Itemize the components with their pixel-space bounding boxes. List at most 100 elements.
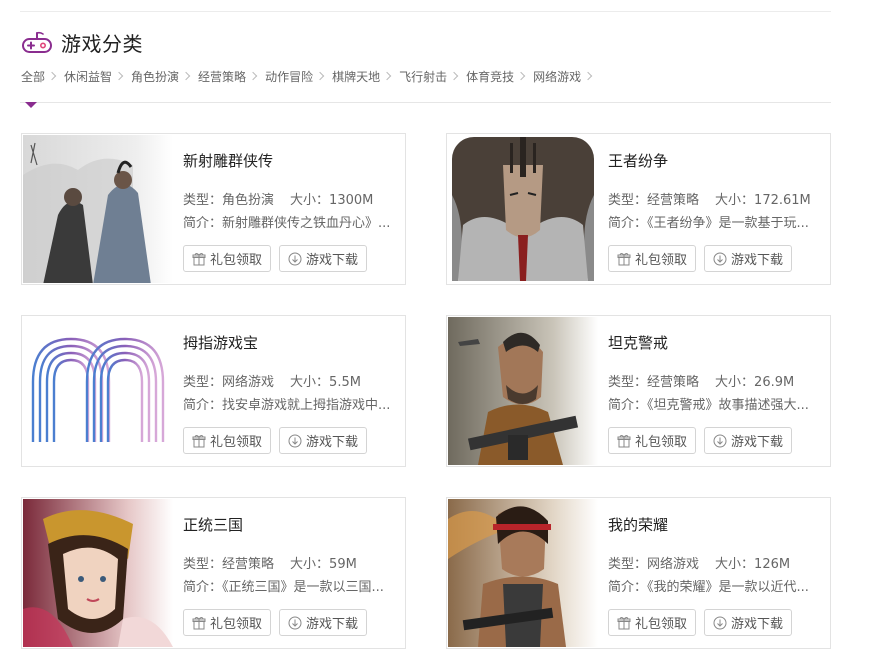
category-label: 体育竞技 xyxy=(466,70,515,84)
category-casual[interactable]: 休闲益智 xyxy=(64,68,131,85)
size-label: 大小： xyxy=(715,557,755,572)
game-meta: 类型：经营策略 大小：172.61M xyxy=(608,189,811,208)
category-strategy[interactable]: 经营策略 xyxy=(198,68,265,85)
game-card[interactable]: 王者纷争 类型：经营策略 大小：172.61M 简介：《王者纷争》是一款基于玩..… xyxy=(446,133,831,285)
section-header: 游戏分类 xyxy=(21,28,143,57)
desc-text: 《坦克警戒》故事描述强大... xyxy=(647,398,809,413)
download-button[interactable]: 游戏下载 xyxy=(279,609,368,636)
category-divider xyxy=(20,102,831,103)
game-title[interactable]: 新射雕群侠传 xyxy=(183,150,273,171)
type-label: 类型： xyxy=(608,375,648,390)
game-card[interactable]: 正统三国 类型：经营策略 大小：59M 简介：《正统三国》是一款以三国... 礼包… xyxy=(21,497,406,649)
category-action[interactable]: 动作冒险 xyxy=(265,68,332,85)
gift-icon xyxy=(617,252,631,265)
game-card[interactable]: 拇指游戏宝 类型：网络游戏 大小：5.5M 简介：找安卓游戏就上拇指游戏中... … xyxy=(21,315,406,467)
desc-label: 简介： xyxy=(183,216,223,231)
gift-button-label: 礼包领取 xyxy=(210,435,263,450)
category-sports[interactable]: 体育竞技 xyxy=(466,68,533,85)
game-title[interactable]: 我的荣耀 xyxy=(608,514,668,535)
desc-text: 《王者纷争》是一款基于玩... xyxy=(647,216,809,231)
gift-button-label: 礼包领取 xyxy=(210,617,263,632)
game-title[interactable]: 王者纷争 xyxy=(608,150,668,171)
game-thumbnail[interactable] xyxy=(448,499,598,647)
game-description: 简介：《坦克警戒》故事描述强大... xyxy=(608,394,830,413)
download-button-label: 游戏下载 xyxy=(306,253,359,268)
desc-text: 找安卓游戏就上拇指游戏中... xyxy=(222,398,391,413)
gift-icon xyxy=(617,616,631,629)
game-meta: 类型：网络游戏 大小：126M xyxy=(608,553,790,572)
download-icon xyxy=(713,252,727,265)
game-card[interactable]: 新射雕群侠传 类型：角色扮演 大小：1300M 简介：新射雕群侠传之铁血丹心》..… xyxy=(21,133,406,285)
type-label: 类型： xyxy=(183,375,223,390)
category-label: 网络游戏 xyxy=(533,70,582,84)
category-shooting[interactable]: 飞行射击 xyxy=(399,68,466,85)
download-button[interactable]: 游戏下载 xyxy=(704,245,793,272)
chevron-right-icon xyxy=(516,71,526,80)
category-label: 棋牌天地 xyxy=(332,70,381,84)
download-button-label: 游戏下载 xyxy=(731,617,784,632)
game-thumbnail[interactable] xyxy=(448,317,598,465)
game-size: 5.5M xyxy=(329,375,361,390)
game-type: 经营策略 xyxy=(647,193,700,208)
game-type: 经营策略 xyxy=(647,375,700,390)
game-title[interactable]: 正统三国 xyxy=(183,514,243,535)
game-description: 简介：新射雕群侠传之铁血丹心》... xyxy=(183,212,405,231)
chevron-right-icon xyxy=(47,71,57,80)
gift-icon xyxy=(192,252,206,265)
download-button[interactable]: 游戏下载 xyxy=(704,609,793,636)
game-thumbnail[interactable] xyxy=(23,499,173,647)
game-description: 简介：《我的荣耀》是一款以近代... xyxy=(608,576,830,595)
desc-label: 简介： xyxy=(608,398,648,413)
gift-icon xyxy=(192,616,206,629)
desc-text: 新射雕群侠传之铁血丹心》... xyxy=(222,216,391,231)
category-label: 飞行射击 xyxy=(399,70,448,84)
gift-button[interactable]: 礼包领取 xyxy=(183,609,272,636)
desc-label: 简介： xyxy=(608,580,648,595)
game-meta: 类型：经营策略 大小：59M xyxy=(183,553,357,572)
download-button-label: 游戏下载 xyxy=(306,435,359,450)
page-title: 游戏分类 xyxy=(61,32,143,56)
game-title[interactable]: 拇指游戏宝 xyxy=(183,332,258,353)
game-description: 简介：《王者纷争》是一款基于玩... xyxy=(608,212,830,231)
download-icon xyxy=(288,252,302,265)
gift-button[interactable]: 礼包领取 xyxy=(608,245,697,272)
game-type: 经营策略 xyxy=(222,557,275,572)
desc-text: 《正统三国》是一款以三国... xyxy=(222,580,384,595)
download-button[interactable]: 游戏下载 xyxy=(279,427,368,454)
desc-label: 简介： xyxy=(608,216,648,231)
game-description: 简介：《正统三国》是一款以三国... xyxy=(183,576,405,595)
category-online[interactable]: 网络游戏 xyxy=(533,68,600,85)
game-meta: 类型：经营策略 大小：26.9M xyxy=(608,371,794,390)
size-label: 大小： xyxy=(290,557,330,572)
game-title[interactable]: 坦克警戒 xyxy=(608,332,668,353)
game-size: 1300M xyxy=(329,193,374,208)
gift-button[interactable]: 礼包领取 xyxy=(608,609,697,636)
gift-button-label: 礼包领取 xyxy=(635,435,688,450)
gamepad-icon xyxy=(22,31,52,53)
game-card[interactable]: 我的荣耀 类型：网络游戏 大小：126M 简介：《我的荣耀》是一款以近代... 礼… xyxy=(446,497,831,649)
category-label: 休闲益智 xyxy=(64,70,113,84)
game-thumbnail[interactable] xyxy=(23,135,173,283)
gift-button[interactable]: 礼包领取 xyxy=(608,427,697,454)
game-thumbnail[interactable] xyxy=(448,135,598,283)
gift-button[interactable]: 礼包领取 xyxy=(183,245,272,272)
game-type: 网络游戏 xyxy=(222,375,275,390)
category-all[interactable]: 全部 xyxy=(21,68,64,85)
download-icon xyxy=(713,434,727,447)
category-label: 全部 xyxy=(21,70,46,84)
game-card[interactable]: 坦克警戒 类型：经营策略 大小：26.9M 简介：《坦克警戒》故事描述强大... … xyxy=(446,315,831,467)
game-thumbnail[interactable] xyxy=(23,317,173,465)
size-label: 大小： xyxy=(715,193,755,208)
download-button-label: 游戏下载 xyxy=(306,617,359,632)
gift-button[interactable]: 礼包领取 xyxy=(183,427,272,454)
gift-icon xyxy=(617,434,631,447)
category-board[interactable]: 棋牌天地 xyxy=(332,68,399,85)
download-button[interactable]: 游戏下载 xyxy=(704,427,793,454)
category-rpg[interactable]: 角色扮演 xyxy=(131,68,198,85)
size-label: 大小： xyxy=(290,193,330,208)
top-divider xyxy=(20,11,831,12)
gift-icon xyxy=(192,434,206,447)
download-button[interactable]: 游戏下载 xyxy=(279,245,368,272)
chevron-right-icon xyxy=(248,71,258,80)
download-icon xyxy=(288,616,302,629)
